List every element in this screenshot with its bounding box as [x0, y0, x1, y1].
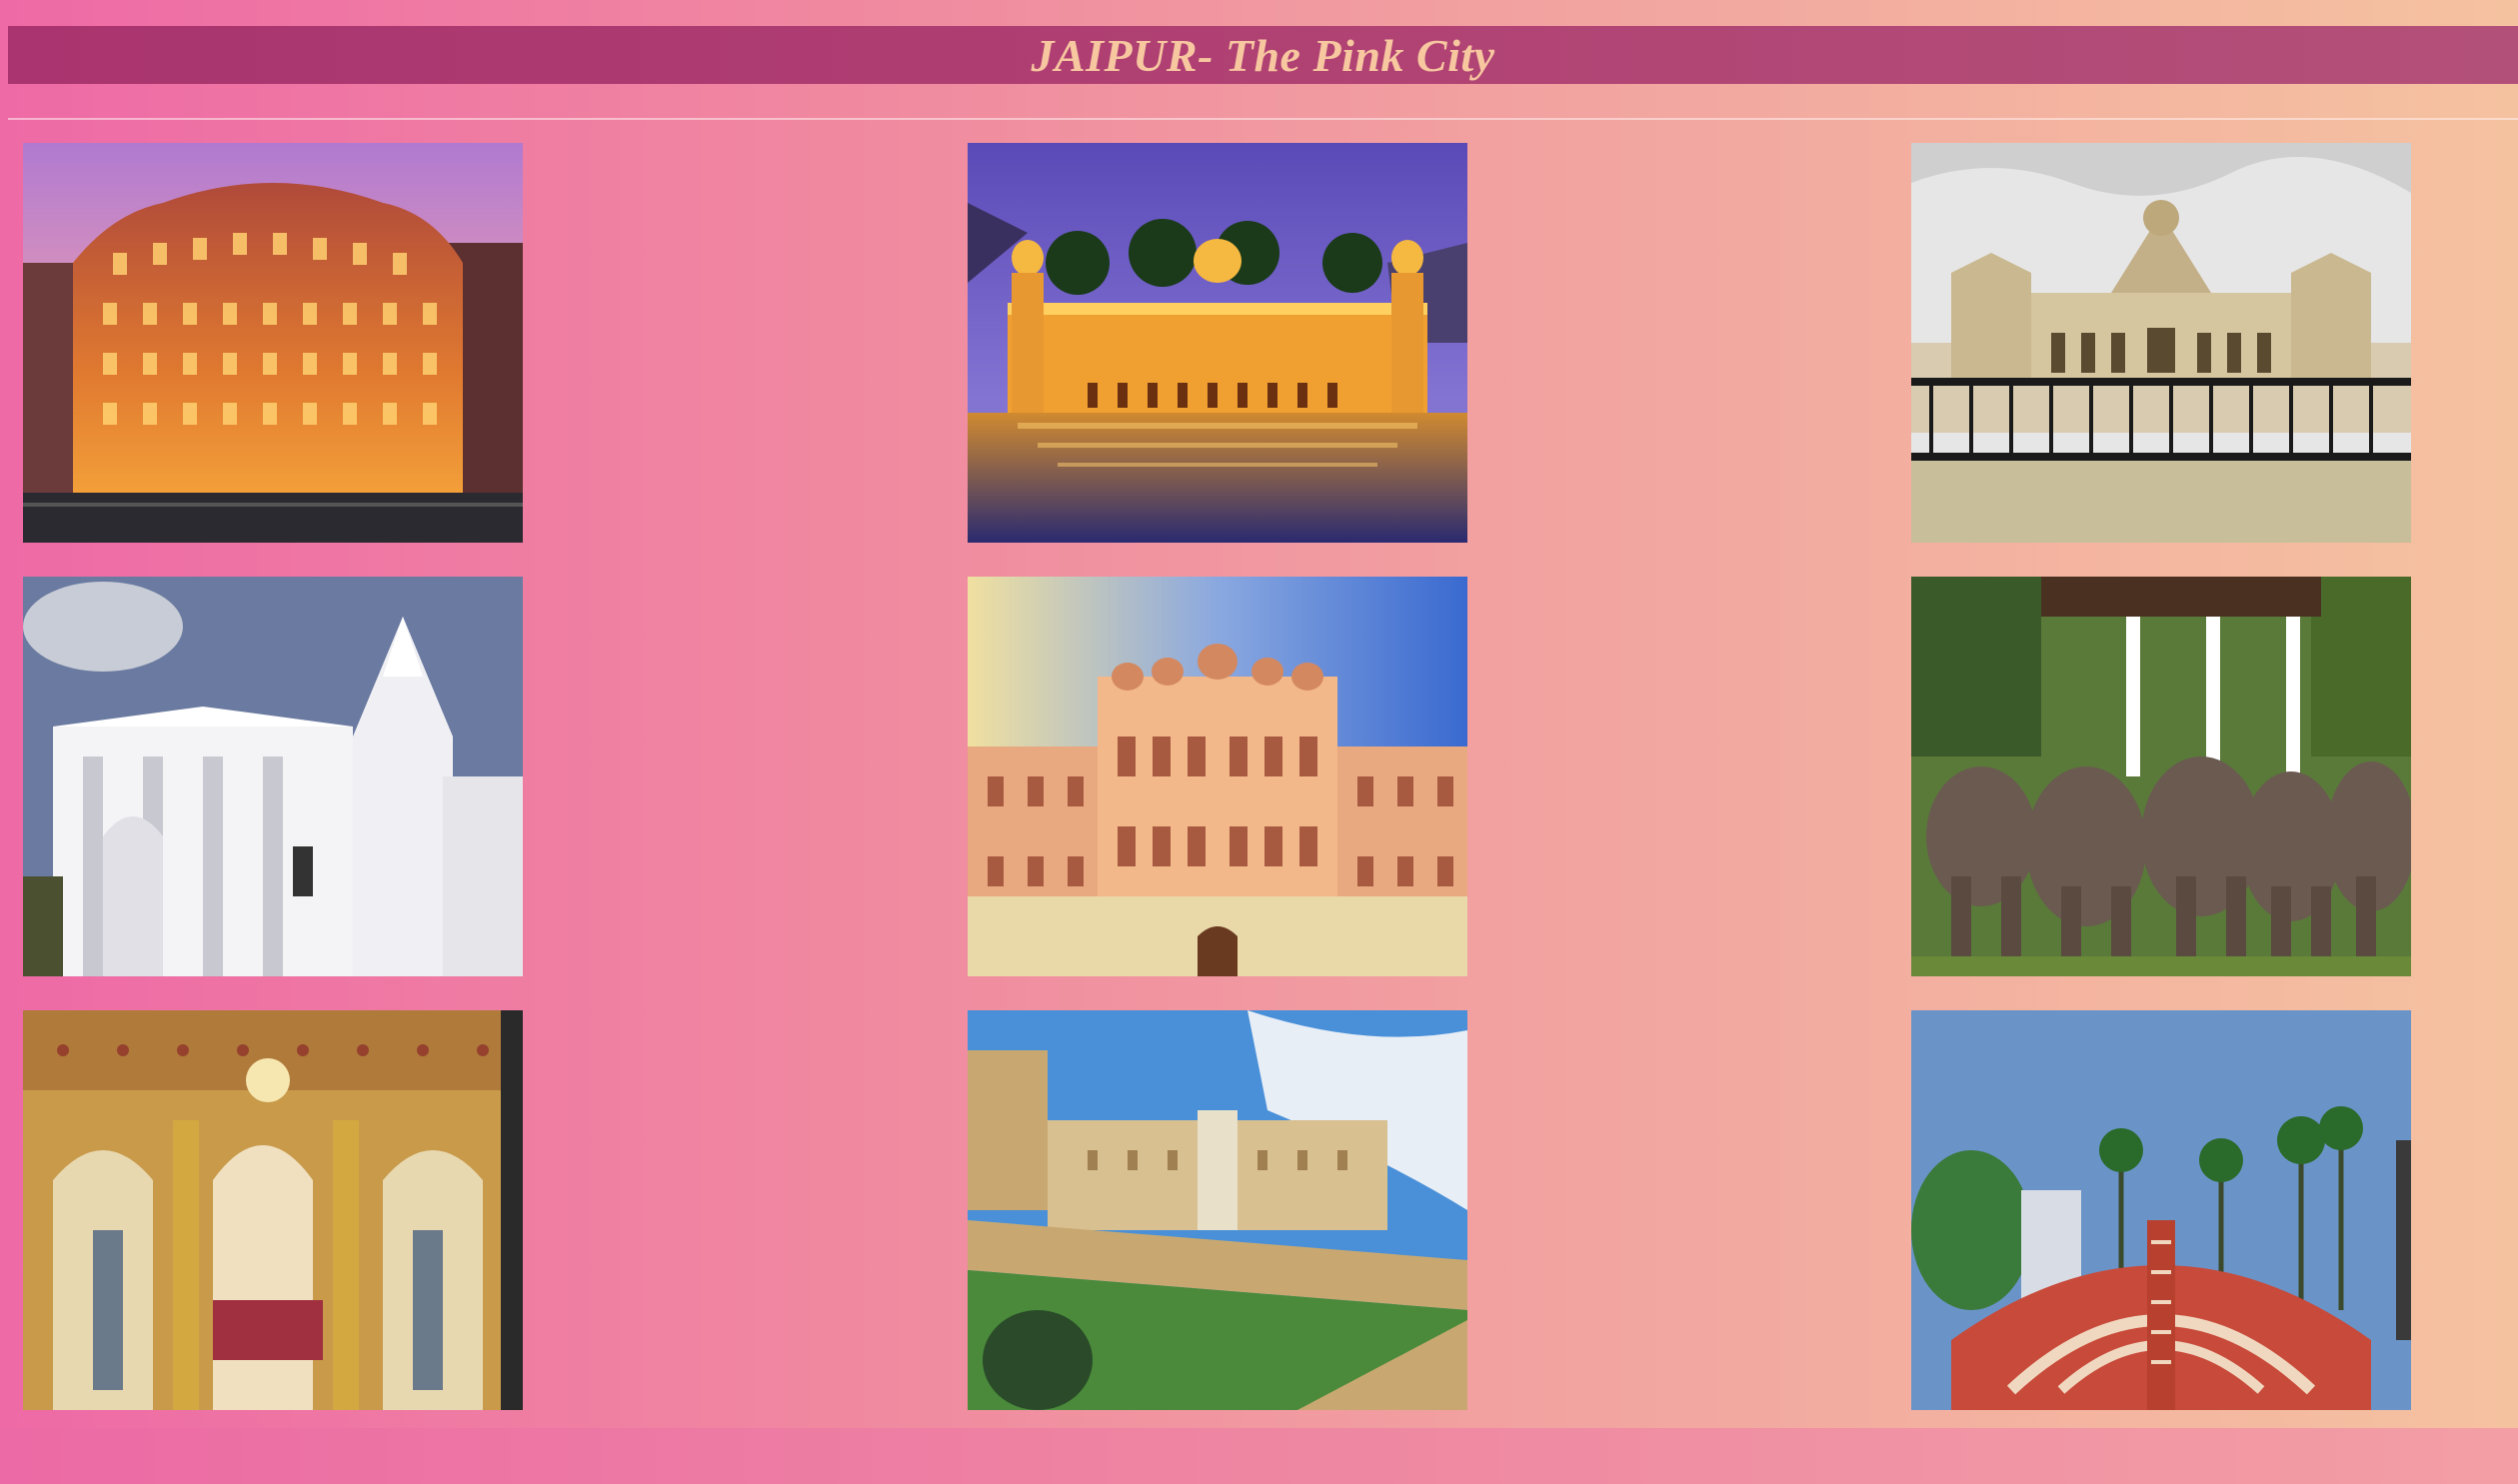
horizontal-divider — [8, 118, 2518, 120]
jal-mahal-image — [968, 143, 1467, 543]
header-bar: JAIPUR- The Pink City — [8, 26, 2518, 84]
albert-hall-museum-image — [1911, 143, 2411, 543]
page-footer-band — [0, 1428, 2518, 1484]
page-title: JAIPUR- The Pink City — [1031, 29, 1495, 81]
elephant-festival-image — [1911, 577, 2411, 976]
amber-fort-image — [968, 1010, 1467, 1410]
city-palace-image — [968, 577, 1467, 976]
sheesh-mahal-interior-image — [23, 1010, 523, 1410]
jantar-mantar-image — [1911, 1010, 2411, 1410]
birla-mandir-image — [23, 577, 523, 976]
hawa-mahal-night-image — [23, 143, 523, 543]
